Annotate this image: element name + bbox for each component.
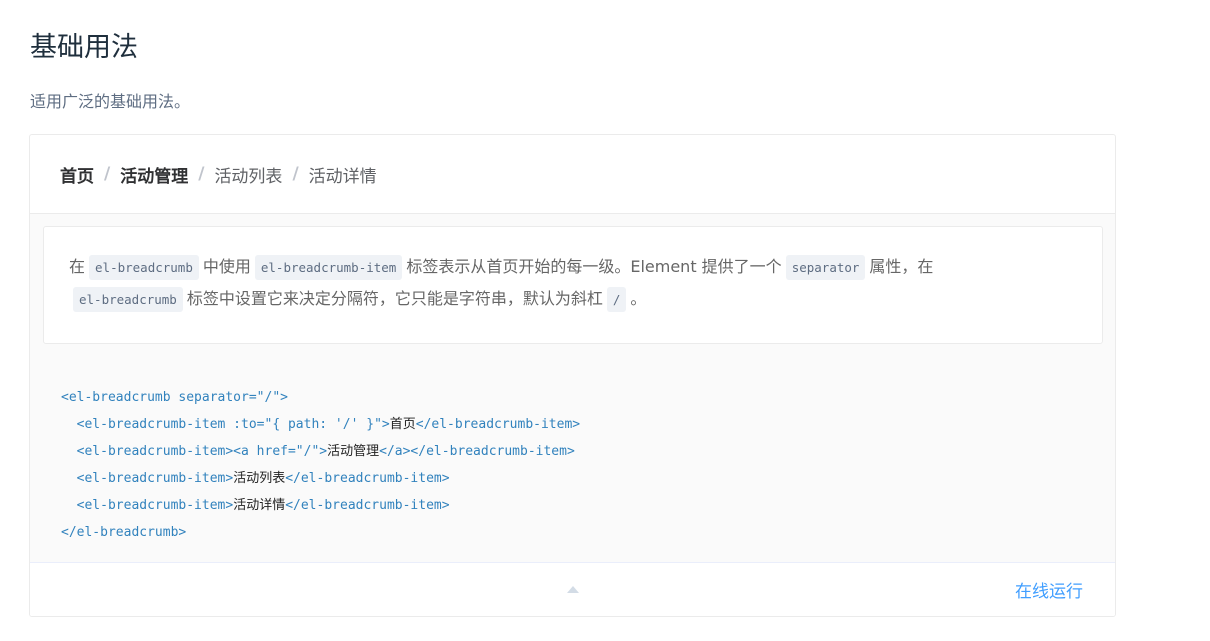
run-online-button[interactable]: 在线运行 [1015,577,1083,602]
breadcrumb-separator: / [104,164,111,184]
inline-code: el-breadcrumb [89,255,199,280]
description-text: 中使用 [202,257,251,276]
code-block: <el-breadcrumb separator="/"> <el-breadc… [61,384,580,546]
code-line: <el-breadcrumb separator="/"> [61,390,288,405]
code-line: <el-breadcrumb-item :to="{ path: '/' }"> [61,417,390,432]
inline-code: el-breadcrumb [73,287,183,312]
inline-code: el-breadcrumb-item [254,255,403,280]
demo-source: 首页 / 活动管理 / 活动列表 / 活动详情 [30,135,1115,214]
code-line-text: 首页 [389,417,416,432]
demo-control[interactable]: 在线运行 [30,562,1115,616]
description-text: 在 [69,257,86,276]
code-line-text: 活动详情 [233,498,286,513]
code-line: <el-breadcrumb-item> [61,498,234,513]
inline-code: separator [785,255,866,280]
description-text: 。 [630,289,647,308]
breadcrumb-separator: / [292,164,299,184]
code-line: </el-breadcrumb-item> [415,417,581,432]
page-title: 基础用法 [30,32,138,63]
breadcrumb-item-activity-detail: 活动详情 [308,166,377,187]
breadcrumb-item-home[interactable]: 首页 [60,162,94,187]
code-line: </el-breadcrumb-item> [285,498,450,513]
description-text: 属性，在 [869,257,934,276]
demo-description: 在 el-breadcrumb 中使用 el-breadcrumb-item 标签表示从… [43,226,1103,344]
demo-block: 首页 / 活动管理 / 活动列表 / 活动详情 在 el-breadcrumb 中使… [29,134,1116,617]
code-line: <el-breadcrumb-item><a href="/"> [61,444,328,459]
code-line: <el-breadcrumb-item> [61,471,234,486]
code-line: </el-breadcrumb> [61,525,187,540]
code-line-text: 活动列表 [233,471,286,486]
description-text: 标签表示从首页开始的每一级。Element 提供了一个 [406,257,782,276]
caret-up-icon[interactable] [567,586,579,593]
inline-code: / [606,287,627,312]
code-line: </el-breadcrumb-item> [285,471,450,486]
breadcrumb-separator: / [198,164,205,184]
demo-meta: 在 el-breadcrumb 中使用 el-breadcrumb-item 标签表示从… [30,214,1115,562]
code-line: </a></el-breadcrumb-item> [379,444,575,459]
code-line-text: 活动管理 [327,444,380,459]
breadcrumb-item-activity-management[interactable]: 活动管理 [120,162,188,187]
breadcrumb: 首页 / 活动管理 / 活动列表 / 活动详情 [60,162,377,187]
breadcrumb-item-activity-list: 活动列表 [214,166,283,187]
page-description: 适用广泛的基础用法。 [30,92,191,111]
description-text: 标签中设置它来决定分隔符，它只能是字符串，默认为斜杠 [186,289,603,308]
